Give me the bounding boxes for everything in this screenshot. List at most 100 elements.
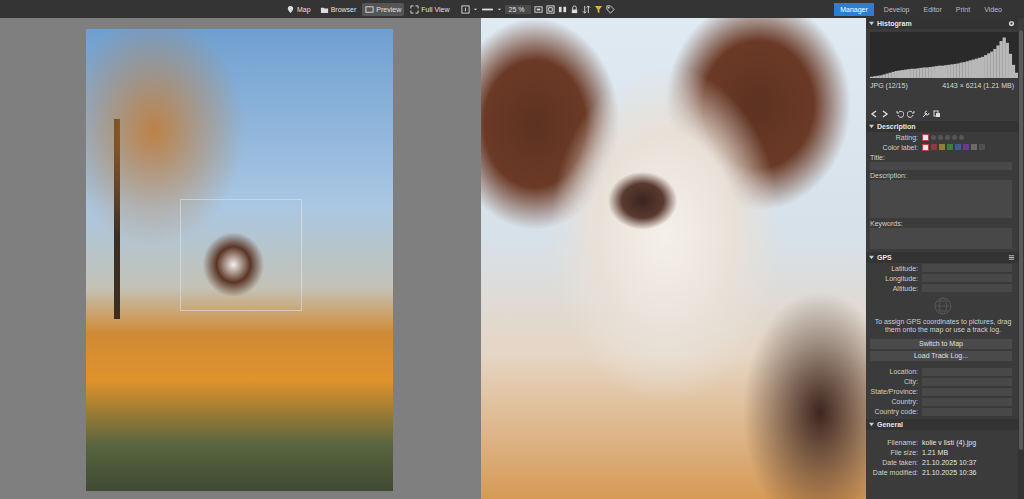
- rating-star[interactable]: [938, 135, 943, 140]
- scrollbar-thumb[interactable]: [1019, 30, 1023, 450]
- text-input[interactable]: [922, 368, 1012, 376]
- histogram-bar: [1003, 38, 1006, 78]
- rating-star[interactable]: [952, 135, 957, 140]
- color-swatch[interactable]: [963, 144, 969, 150]
- photo-navigator[interactable]: [86, 29, 393, 491]
- filter-icon[interactable]: [594, 5, 603, 14]
- rating-star[interactable]: [959, 135, 964, 140]
- settings-icon[interactable]: [1008, 20, 1015, 27]
- text-input[interactable]: [922, 284, 1012, 292]
- color-swatch[interactable]: [955, 144, 961, 150]
- histogram-bar: [996, 45, 999, 78]
- section-header[interactable]: GPS: [866, 252, 1018, 263]
- histogram-bar: [941, 66, 944, 78]
- tag-icon[interactable]: [606, 5, 615, 14]
- histogram-bar: [935, 66, 938, 78]
- module-tab[interactable]: Print: [952, 3, 974, 16]
- description-field: Description:: [870, 172, 1016, 218]
- text-input[interactable]: [922, 398, 1012, 406]
- module-tab[interactable]: Video: [980, 3, 1006, 16]
- histogram-bar: [963, 62, 966, 78]
- photo-preview[interactable]: [481, 18, 866, 499]
- previous-icon[interactable]: [870, 110, 878, 118]
- module-tab[interactable]: Develop: [880, 3, 914, 16]
- panel-button[interactable]: Switch to Map: [870, 339, 1012, 349]
- zoom-field[interactable]: 25 %: [505, 5, 531, 14]
- fit-to-window-icon[interactable]: [534, 5, 543, 14]
- section-header[interactable]: Histogram: [866, 18, 1018, 29]
- rotate-left-icon[interactable]: [896, 110, 904, 118]
- histogram-bar: [873, 76, 876, 78]
- text-input[interactable]: [870, 162, 1012, 170]
- next-icon[interactable]: [881, 110, 889, 118]
- location-row: State/Province:: [870, 387, 1016, 397]
- general-row: Date taken:21.10.2025 10:37: [870, 458, 1016, 468]
- color-swatch[interactable]: [947, 144, 953, 150]
- app-window: MapBrowserPreviewFull View 25 % Manager Dev…: [0, 0, 1024, 499]
- collapse-arrow-icon: [869, 21, 874, 26]
- info-overlay-icon[interactable]: [461, 5, 470, 14]
- histogram-bar: [1006, 43, 1009, 78]
- section-header[interactable]: Description: [866, 121, 1018, 132]
- histogram-bar: [870, 77, 873, 78]
- panel-scrollbar[interactable]: [1018, 30, 1024, 499]
- clear-rating-icon[interactable]: [922, 134, 929, 141]
- view-button[interactable]: Map: [283, 3, 314, 16]
- text-input[interactable]: [922, 388, 1012, 396]
- color-swatch[interactable]: [971, 144, 977, 150]
- panel-button[interactable]: Load Track Log...: [870, 351, 1012, 361]
- text-input[interactable]: [922, 408, 1012, 416]
- location-row: Country:: [870, 397, 1016, 407]
- histogram-bar: [889, 73, 892, 78]
- rating-star[interactable]: [931, 135, 936, 140]
- histogram-bar: [969, 60, 972, 78]
- module-tab[interactable]: Editor: [920, 3, 946, 16]
- histogram-bar: [959, 63, 962, 78]
- rating-star[interactable]: [945, 135, 950, 140]
- zoom-region-frame[interactable]: [180, 199, 302, 311]
- histogram-bar: [984, 55, 987, 78]
- dropdown-arrow-icon[interactable]: [497, 5, 502, 14]
- histogram-bar: [913, 69, 916, 78]
- histogram-bar: [981, 57, 984, 78]
- actual-size-icon[interactable]: [546, 5, 555, 14]
- copy-icon[interactable]: [933, 110, 941, 118]
- color-swatch[interactable]: [939, 144, 945, 150]
- histogram-bar: [901, 70, 904, 78]
- color-swatch[interactable]: [979, 144, 985, 150]
- text-input[interactable]: [870, 180, 1012, 218]
- histogram-bar: [892, 72, 895, 78]
- histogram-bar: [978, 58, 981, 78]
- dropdown-arrow-icon[interactable]: [473, 5, 478, 14]
- color-swatch[interactable]: [931, 144, 937, 150]
- clear-color-icon[interactable]: [922, 144, 929, 151]
- histogram-bar: [972, 60, 975, 78]
- histogram-bar: [975, 59, 978, 78]
- histogram-bar: [950, 64, 953, 78]
- image-nav-row: [870, 109, 1016, 119]
- module-tab[interactable]: Manager: [834, 3, 874, 16]
- preview-icon: [365, 5, 374, 14]
- rotate-right-icon[interactable]: [907, 110, 915, 118]
- histogram-bar: [944, 65, 947, 78]
- zoom-slider-icon[interactable]: [481, 5, 494, 14]
- text-input[interactable]: [922, 378, 1012, 386]
- lock-icon[interactable]: [570, 5, 579, 14]
- workspace: HistogramJPG (12/15)4143 × 6214 (1.21 MB…: [0, 18, 1024, 499]
- menu-icon[interactable]: [1008, 254, 1015, 261]
- sort-icon[interactable]: [582, 5, 591, 14]
- histogram-bar: [922, 67, 925, 78]
- view-button[interactable]: Full View: [407, 3, 452, 16]
- view-button[interactable]: Preview: [362, 3, 404, 16]
- wrench-icon[interactable]: [922, 110, 930, 118]
- histogram-bar: [882, 74, 885, 78]
- text-input[interactable]: [870, 228, 1012, 249]
- compare-icon[interactable]: [558, 5, 567, 14]
- text-input[interactable]: [922, 274, 1012, 282]
- view-button[interactable]: Browser: [317, 3, 360, 16]
- text-input[interactable]: [922, 264, 1012, 272]
- histogram-bar: [895, 71, 898, 78]
- section-header[interactable]: General: [866, 419, 1018, 430]
- color-label-row: Color label:: [870, 142, 1016, 152]
- full-view-icon: [410, 5, 419, 14]
